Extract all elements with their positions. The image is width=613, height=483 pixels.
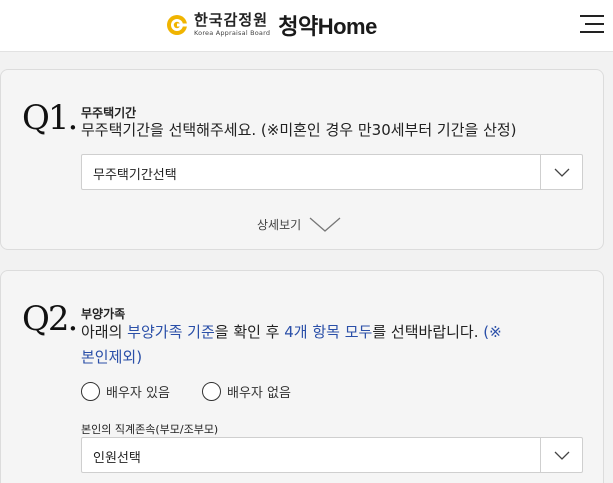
header: 한국감정원 Korea Appraisal Board 청약Home	[0, 0, 613, 52]
select-value: 무주택기간선택	[93, 168, 177, 183]
question-text: 무주택기간을 선택해주세요. (※미혼인 경우 만30세부터 기간을 산정)	[81, 121, 517, 139]
logo-org-block: 한국감정원 Korea Appraisal Board	[194, 13, 270, 37]
select-toggle[interactable]	[540, 155, 582, 189]
text-plain: 을 확인 후	[214, 323, 285, 341]
select-value: 인원선택	[93, 451, 141, 466]
hamburger-menu-icon[interactable]	[580, 13, 604, 35]
question-card-2: Q2. 부양가족 아래의 부양가족 기준을 확인 후 4개 항목 모두를 선택바…	[0, 270, 604, 483]
homeless-period-select[interactable]: 무주택기간선택	[81, 154, 583, 190]
ascendants-count-select[interactable]: 인원선택	[81, 437, 583, 473]
chevron-down-icon	[554, 451, 570, 460]
more-details-button[interactable]: 상세보기	[257, 212, 341, 236]
dependents-criteria-link[interactable]: 부양가족 기준	[127, 323, 215, 341]
more-details-label: 상세보기	[257, 217, 302, 232]
radio-circle[interactable]	[81, 382, 100, 401]
text-plain: 를 선택바랍니다.	[372, 323, 484, 341]
radio-has-spouse[interactable]: 배우자 있음	[81, 382, 170, 401]
chevron-down-icon	[554, 168, 570, 177]
question-text: 아래의 부양가족 기준을 확인 후 4개 항목 모두를 선택바랍니다. (※ 본인…	[81, 320, 551, 370]
radio-label: 배우자 있음	[106, 386, 170, 401]
question-number: Q1.	[22, 98, 78, 138]
brand-name: 청약Home	[278, 9, 377, 41]
radio-label: 배우자 없음	[227, 386, 291, 401]
text-highlight: (※	[483, 323, 502, 341]
select-toggle[interactable]	[540, 438, 582, 472]
text-highlight: 본인제외)	[81, 348, 143, 366]
radio-no-spouse[interactable]: 배우자 없음	[202, 382, 291, 401]
radio-circle[interactable]	[202, 382, 221, 401]
text-plain: 아래의	[81, 323, 128, 341]
question-number: Q2.	[22, 299, 78, 339]
question-card-1: Q1. 무주택기간 무주택기간을 선택해주세요. (※미혼인 경우 만30세부터…	[0, 69, 604, 250]
kab-logo-icon	[167, 15, 187, 35]
org-name: 한국감정원	[194, 11, 269, 30]
org-english-name: Korea Appraisal Board	[194, 29, 271, 38]
site-logo[interactable]: 한국감정원 Korea Appraisal Board 청약Home	[166, 9, 377, 41]
brand-english: Home	[317, 14, 378, 39]
chevron-down-icon	[309, 217, 341, 232]
text-highlight: 4개 항목 모두	[284, 323, 373, 341]
direct-ascendants-label: 본인의 직계존속(부모/조부모)	[81, 423, 219, 436]
brand-korean: 청약	[278, 15, 318, 40]
